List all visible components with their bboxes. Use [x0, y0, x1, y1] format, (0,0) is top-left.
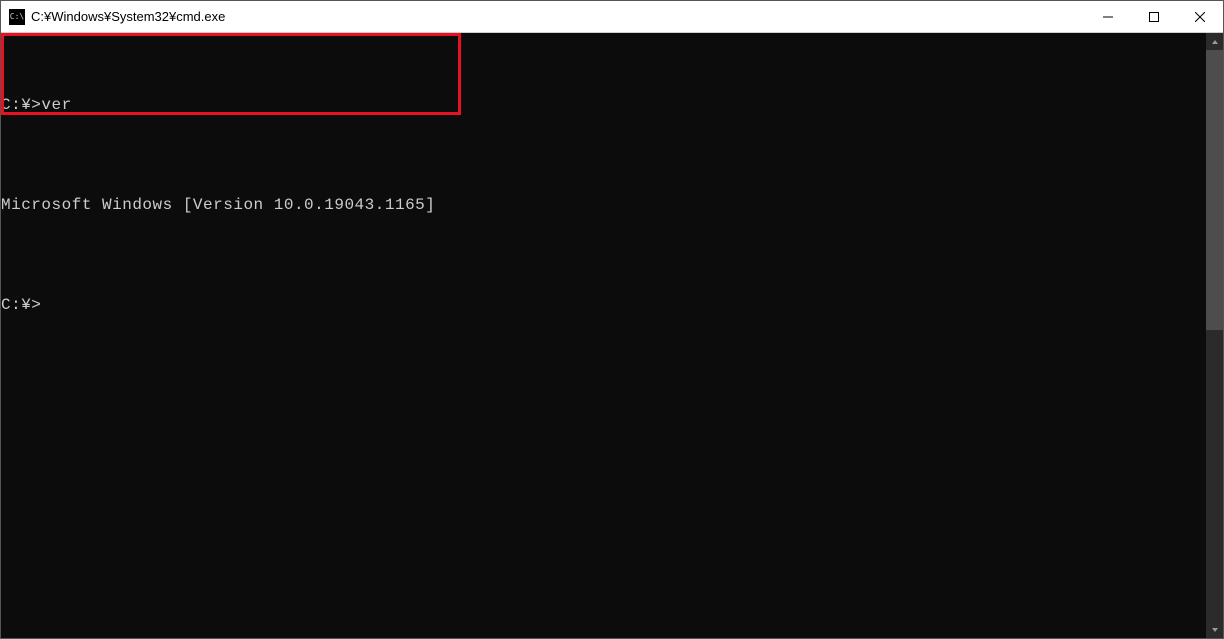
cmd-icon: C:\ — [9, 9, 25, 25]
maximize-button[interactable] — [1131, 1, 1177, 32]
vertical-scrollbar[interactable] — [1206, 33, 1223, 638]
minimize-button[interactable] — [1085, 1, 1131, 32]
titlebar[interactable]: C:\ C:¥Windows¥System32¥cmd.exe — [1, 1, 1223, 33]
cmd-icon-text: C:\ — [10, 13, 24, 21]
cmd-window: C:\ C:¥Windows¥System32¥cmd.exe C:¥>ver … — [0, 0, 1224, 639]
terminal-output[interactable]: C:¥>ver Microsoft Windows [Version 10.0.… — [1, 33, 1206, 638]
scroll-up-button[interactable] — [1206, 33, 1223, 50]
client-area: C:¥>ver Microsoft Windows [Version 10.0.… — [1, 33, 1223, 638]
terminal-prompt: C:¥> — [1, 295, 1206, 315]
terminal-line: C:¥>ver — [1, 95, 1206, 115]
window-title: C:¥Windows¥System32¥cmd.exe — [31, 9, 1085, 24]
scrollbar-thumb[interactable] — [1206, 50, 1223, 330]
scroll-down-button[interactable] — [1206, 621, 1223, 638]
close-button[interactable] — [1177, 1, 1223, 32]
terminal-line: Microsoft Windows [Version 10.0.19043.11… — [1, 195, 1206, 215]
window-controls — [1085, 1, 1223, 32]
